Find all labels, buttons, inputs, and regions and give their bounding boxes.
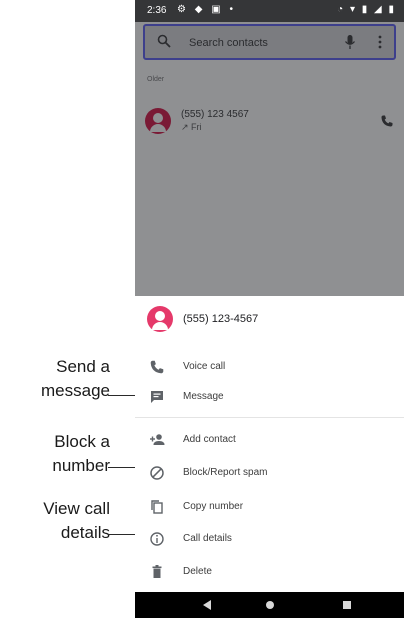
bottom-sheet: (555) 123-4567 Voice call Message Add co… — [135, 296, 404, 592]
phone-icon — [150, 360, 164, 374]
block-icon — [150, 466, 164, 480]
navigation-bar — [135, 592, 404, 618]
call-log-number: (555) 123 4567 — [181, 109, 249, 120]
callout-text: message — [41, 381, 110, 400]
search-input[interactable]: Search contacts — [189, 37, 268, 49]
search-bar[interactable]: Search contacts — [143, 24, 396, 60]
avatar-head — [153, 113, 163, 123]
notification-icons: ⚙ ◆ ▣ • — [177, 4, 236, 15]
call-log-detail: ↗ Fri — [181, 122, 202, 132]
callout-text: Block a — [54, 432, 110, 451]
avatar-body — [152, 322, 168, 330]
menu-item-label: Call details — [183, 533, 232, 544]
home-icon[interactable] — [266, 601, 274, 609]
status-bar: 2:36 ⚙ ◆ ▣ • ◔ ▾ ▮ ◢ ▮ — [135, 0, 404, 22]
callout-text: details — [60, 523, 110, 542]
trash-icon — [152, 565, 162, 578]
menu-item-message[interactable]: Message — [135, 382, 404, 412]
menu-item-label: Add contact — [183, 434, 236, 445]
callout-text: Send a — [56, 357, 110, 376]
callout-pointer — [108, 534, 136, 535]
more-vert-icon[interactable] — [374, 34, 386, 50]
recents-icon[interactable] — [343, 601, 351, 609]
message-icon — [151, 391, 163, 403]
sheet-phone-number: (555) 123-4567 — [183, 313, 259, 325]
avatar — [145, 108, 171, 134]
signal-battery-icons: ◔ ▾ ▮ ◢ ▮ — [337, 4, 396, 15]
status-time: 2:36 — [147, 5, 167, 16]
callout-text: View call — [43, 499, 110, 518]
divider — [135, 417, 404, 418]
callout-call-details: View call details — [0, 497, 110, 545]
callout-pointer — [108, 467, 136, 468]
copy-icon — [151, 500, 163, 514]
menu-item-call-details[interactable]: Call details — [135, 524, 404, 554]
callout-block-number: Block a number — [0, 430, 110, 478]
sheet-header: (555) 123-4567 — [135, 306, 404, 338]
avatar — [147, 306, 173, 332]
menu-item-block-report-spam[interactable]: Block/Report spam — [135, 458, 404, 488]
back-icon[interactable] — [202, 599, 212, 611]
call-log-row[interactable]: (555) 123 4567 ↗ Fri — [135, 100, 404, 150]
mic-icon[interactable] — [344, 34, 356, 50]
menu-item-label: Message — [183, 391, 224, 402]
menu-item-label: Voice call — [183, 361, 226, 372]
section-label-older: Older — [147, 76, 165, 83]
menu-item-label: Copy number — [183, 501, 244, 512]
menu-item-add-contact[interactable]: Add contact — [135, 425, 404, 455]
menu-item-copy-number[interactable]: Copy number — [135, 492, 404, 522]
menu-item-delete[interactable]: Delete — [135, 557, 404, 587]
avatar-body — [150, 124, 166, 132]
menu-item-voice-call[interactable]: Voice call — [135, 352, 404, 382]
phone-icon[interactable] — [380, 114, 394, 128]
add-contact-icon — [150, 434, 165, 445]
menu-item-label: Delete — [183, 566, 212, 577]
call-log-scrim[interactable]: 2:36 ⚙ ◆ ▣ • ◔ ▾ ▮ ◢ ▮ Search contacts O… — [135, 0, 404, 296]
menu-item-label: Block/Report spam — [183, 467, 268, 478]
info-icon — [150, 532, 164, 546]
callout-pointer — [108, 395, 136, 396]
callout-send-message: Send a message — [0, 355, 110, 403]
phone-screen: 2:36 ⚙ ◆ ▣ • ◔ ▾ ▮ ◢ ▮ Search contacts O… — [135, 0, 404, 618]
search-icon[interactable] — [157, 34, 171, 48]
avatar-head — [155, 311, 165, 321]
callout-text: number — [52, 456, 110, 475]
